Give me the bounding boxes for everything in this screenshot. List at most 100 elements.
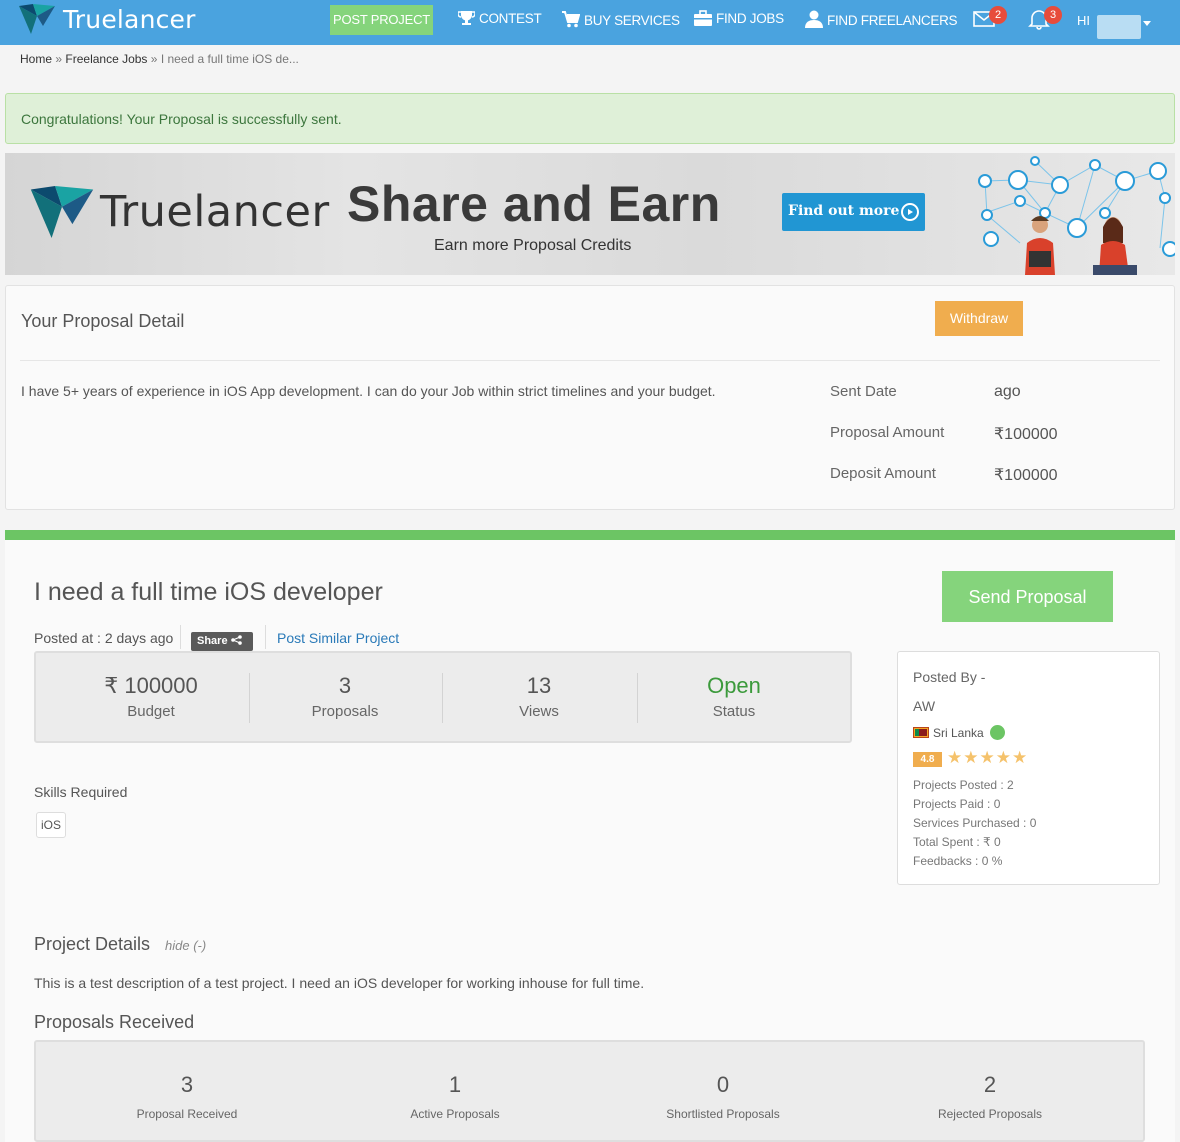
proposal-text: I have 5+ years of experience in iOS App… xyxy=(21,383,716,399)
post-project-button[interactable]: POST PROJECT xyxy=(330,5,433,35)
stat-budget-value: ₹ 100000 xyxy=(104,673,198,698)
proposals-received-title: Proposals Received xyxy=(34,1012,195,1032)
stat-views-label: Views xyxy=(519,703,559,720)
deposit-amount-label: Deposit Amount xyxy=(830,465,936,482)
rating-badge: 4.8 xyxy=(913,752,942,767)
banner-logo: Truelancer xyxy=(30,186,330,238)
received-total[interactable]: 3 Proposal Received xyxy=(67,1072,307,1121)
nav-find-jobs-label: FIND JOBS xyxy=(716,11,784,26)
separator xyxy=(180,625,181,649)
deposit-amount-value: ₹100000 xyxy=(994,467,1058,484)
nav-contest-label: CONTEST xyxy=(479,11,542,26)
divider xyxy=(20,360,1160,361)
briefcase-icon xyxy=(694,10,712,26)
banner-title: Share and Earn xyxy=(347,176,721,232)
nav-contest[interactable]: CONTEST xyxy=(458,10,542,26)
received-active[interactable]: 1 Active Proposals xyxy=(335,1072,575,1121)
user-menu-dropdown[interactable] xyxy=(1097,15,1151,39)
skill-tag-ios[interactable]: iOS xyxy=(36,812,66,838)
received-active-label: Active Proposals xyxy=(410,1107,500,1121)
posted-by-card: Posted By - AW Sri Lanka 4.8 ★★★★★ Proje… xyxy=(897,651,1160,885)
breadcrumb-separator: » xyxy=(55,52,63,66)
messages-badge: 2 xyxy=(989,6,1007,24)
proposal-amount-row: Proposal Amount ₹100000 xyxy=(830,424,1058,443)
sri-lanka-flag-icon xyxy=(913,727,929,738)
messages-button[interactable]: 2 xyxy=(973,6,1007,35)
cart-icon xyxy=(562,11,580,28)
brand-name: Truelancer xyxy=(63,4,196,34)
notifications-button[interactable]: 3 xyxy=(1028,6,1062,35)
user-icon xyxy=(805,10,823,28)
success-alert: Congratulations! Your Proposal is succes… xyxy=(5,93,1175,144)
banner-subtitle: Earn more Proposal Credits xyxy=(434,237,632,254)
network-illustration xyxy=(978,156,1175,275)
share-button[interactable]: Share xyxy=(191,632,253,651)
sent-date-row: Sent Date ago xyxy=(830,383,1021,400)
stat-budget-label: Budget xyxy=(127,703,175,720)
arrow-circle-icon xyxy=(901,203,919,221)
client-name[interactable]: AW xyxy=(913,698,935,714)
stat-status-value: Open xyxy=(707,673,761,698)
share-earn-banner[interactable]: Truelancer Share and Earn Earn more Prop… xyxy=(5,153,1175,275)
find-out-more-button[interactable]: Find out more xyxy=(782,193,925,231)
received-shortlisted-label: Shortlisted Proposals xyxy=(666,1107,780,1121)
separator xyxy=(265,625,266,649)
deposit-amount-row: Deposit Amount ₹100000 xyxy=(830,465,1058,484)
withdraw-button[interactable]: Withdraw xyxy=(935,301,1023,336)
brand-logo[interactable]: Truelancer xyxy=(19,4,196,34)
nav-buy-services-label: BUY SERVICES xyxy=(584,13,680,28)
share-label: Share xyxy=(197,635,228,647)
sent-date-label: Sent Date xyxy=(830,383,897,400)
hide-details-link[interactable]: hide (-) xyxy=(165,938,206,953)
client-location: Sri Lanka xyxy=(913,725,1005,740)
post-similar-project-link[interactable]: Post Similar Project xyxy=(277,630,399,646)
stat-budget: ₹ 100000 Budget xyxy=(54,673,248,720)
stat-proposals: 3 Proposals xyxy=(248,673,442,720)
proposal-detail-card: Your Proposal Detail Withdraw I have 5+ … xyxy=(5,285,1175,510)
received-total-label: Proposal Received xyxy=(136,1107,238,1121)
proposals-received-stats: 3 Proposal Received 1 Active Proposals 0… xyxy=(34,1040,1145,1142)
received-rejected-value: 2 xyxy=(983,1072,997,1097)
project-stats: ₹ 100000 Budget 3 Proposals 13 Views Ope… xyxy=(34,651,852,743)
posted-by-heading: Posted By - xyxy=(913,669,986,685)
top-navbar: Truelancer POST PROJECT CONTEST BUY SERV… xyxy=(0,0,1180,45)
received-shortlisted[interactable]: 0 Shortlisted Proposals xyxy=(603,1072,843,1121)
proposal-detail-title: Your Proposal Detail xyxy=(21,311,185,331)
trophy-icon xyxy=(458,11,475,25)
total-spent: Total Spent : ₹ 0 xyxy=(913,835,1001,849)
share-icon xyxy=(230,635,242,645)
banner-brand-name: Truelancer xyxy=(100,187,330,237)
find-out-more-label: Find out more xyxy=(788,203,900,219)
posted-at: Posted at : 2 days ago xyxy=(34,630,174,646)
breadcrumb-home[interactable]: Home xyxy=(20,52,52,66)
skills-required-label: Skills Required xyxy=(34,784,128,800)
star-rating-icon: ★★★★★ xyxy=(947,748,1029,767)
projects-posted: Projects Posted : 2 xyxy=(913,778,1014,792)
stat-views-value: 13 xyxy=(526,673,552,698)
breadcrumb-separator: » xyxy=(150,52,158,66)
stat-status-label: Status xyxy=(712,703,756,720)
received-rejected[interactable]: 2 Rejected Proposals xyxy=(870,1072,1110,1121)
nav-find-jobs[interactable]: FIND JOBS xyxy=(694,10,784,26)
received-active-value: 1 xyxy=(448,1072,462,1097)
stat-status: Open Status xyxy=(637,673,831,720)
send-proposal-button[interactable]: Send Proposal xyxy=(942,571,1113,622)
success-alert-text: Congratulations! Your Proposal is succes… xyxy=(21,111,342,127)
received-rejected-label: Rejected Proposals xyxy=(937,1107,1043,1121)
greeting: HI xyxy=(1077,13,1090,28)
nav-find-freelancers[interactable]: FIND FREELANCERS xyxy=(805,10,958,28)
services-purchased: Services Purchased : 0 xyxy=(913,816,1037,830)
nav-buy-services[interactable]: BUY SERVICES xyxy=(562,10,680,28)
proposal-amount-label: Proposal Amount xyxy=(830,424,945,441)
client-country: Sri Lanka xyxy=(933,725,984,740)
nav-find-freelancers-label: FIND FREELANCERS xyxy=(827,13,958,28)
breadcrumb: Home » Freelance Jobs » I need a full ti… xyxy=(20,52,299,66)
project-details-title: Project Details xyxy=(34,934,151,954)
breadcrumb-freelance-jobs[interactable]: Freelance Jobs xyxy=(65,52,147,66)
stat-views: 13 Views xyxy=(442,673,636,720)
project-details-text: This is a test description of a test pro… xyxy=(34,975,645,991)
project-section: I need a full time iOS developer Send Pr… xyxy=(5,530,1175,1142)
project-title: I need a full time iOS developer xyxy=(34,578,383,606)
sent-date-value: ago xyxy=(994,383,1021,400)
stat-proposals-label: Proposals xyxy=(311,703,379,720)
